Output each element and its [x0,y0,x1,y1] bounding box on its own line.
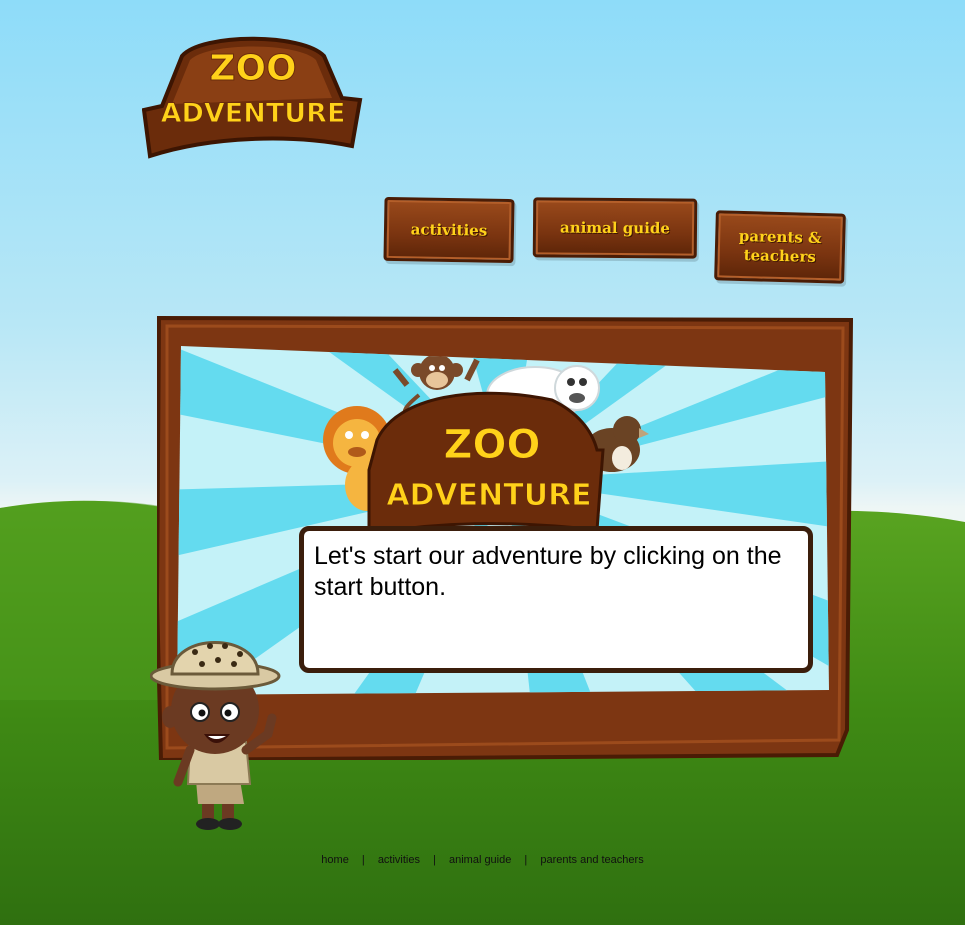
speech-text: Let's start our adventure by clicking on… [314,542,782,601]
nav-parents-teachers-line2: teachers [743,246,817,266]
nav-activities-label: activities [410,219,488,240]
screen-logo-line1: ZOO [443,422,540,468]
speech-bubble: Let's start our adventure by clicking on… [299,526,813,673]
nav-parents-teachers-button[interactable]: parents & teachers [714,210,846,284]
nav-parents-teachers-line1: parents & [738,226,822,248]
footer-link-activities[interactable]: activities [378,854,420,866]
footer-nav: home | activities | animal guide | paren… [0,854,965,866]
screen-logo-line2: ADVENTURE [386,478,591,513]
zoo-adventure-logo[interactable]: ZOO ADVENTURE [142,28,364,160]
logo-line1: ZOO [209,48,296,89]
screen-logo: ZOO ADVENTURE [367,391,605,536]
footer-separator: | [433,854,436,866]
nav-activities-button[interactable]: activities [383,196,515,264]
footer-link-animal-guide[interactable]: animal guide [449,854,511,866]
footer-separator: | [524,854,528,866]
safari-kid-character [150,641,281,830]
logo-line2: ADVENTURE [161,98,346,129]
nav-animal-guide-label: animal guide [559,218,671,237]
footer-link-parents-teachers[interactable]: parents and teachers [540,854,643,866]
nav-parents-teachers-label: parents & teachers [738,227,822,267]
footer-link-home[interactable]: home [321,854,349,866]
nav-animal-guide-button[interactable]: animal guide [532,197,698,259]
footer-separator: | [361,854,365,866]
